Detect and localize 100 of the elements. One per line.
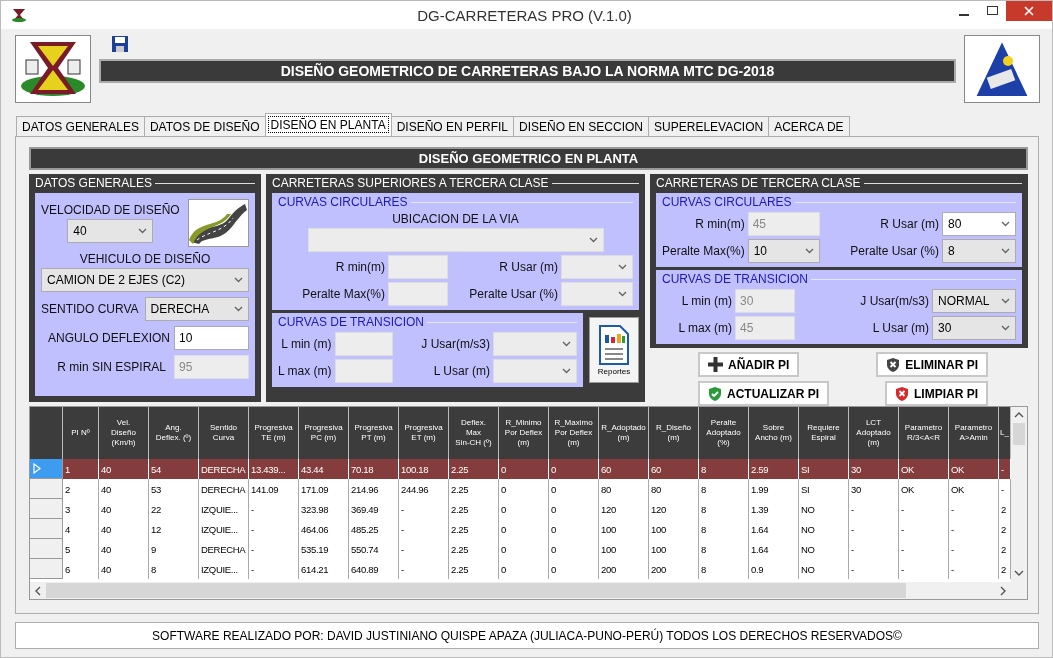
field-label: ANGULO DEFLEXION bbox=[47, 331, 170, 345]
column-header[interactable]: Vel. Diseño (Km/h) bbox=[99, 407, 149, 459]
column-header[interactable]: Sobre Ancho (m) bbox=[749, 407, 799, 459]
maximize-icon bbox=[986, 6, 998, 16]
dropdown[interactable]: NORMAL bbox=[932, 289, 1016, 313]
table-cell: 120 bbox=[599, 499, 649, 519]
tab[interactable]: ACERCA DE bbox=[768, 116, 850, 136]
column-header[interactable]: Parametro R/3<A<R bbox=[899, 407, 949, 459]
scrollbar-thumb[interactable] bbox=[1013, 423, 1025, 445]
column-header[interactable]: R_Diseño (m) bbox=[649, 407, 699, 459]
column-header[interactable]: R_Maximo Por Deflex (m) bbox=[549, 407, 599, 459]
dropdown[interactable]: 80 bbox=[942, 212, 1016, 236]
table-cell: 0 bbox=[549, 499, 599, 519]
table-cell: - bbox=[899, 539, 949, 559]
chevron-icon bbox=[562, 341, 571, 347]
footer-credit: SOFTWARE REALIZADO POR: DAVID JUSTINIANO QUISPE APAZA (JULIACA-PUNO-PERÚ) TODOS LOS DERECHOS RESERVADOS© bbox=[15, 622, 1039, 649]
table-cell: 5 bbox=[63, 539, 99, 559]
column-header[interactable]: Deflex. Max Sin-CH (º) bbox=[449, 407, 499, 459]
table-cell: 1.39 bbox=[749, 499, 799, 519]
table-cell: 30 bbox=[849, 479, 899, 499]
table-cell: 22 bbox=[149, 499, 199, 519]
field-label: Peralte Max(%) bbox=[662, 244, 745, 258]
row-header[interactable] bbox=[30, 479, 63, 499]
scrollbar-thumb[interactable] bbox=[46, 583, 906, 598]
chevron-icon bbox=[1001, 298, 1010, 304]
table-cell: 200 bbox=[599, 559, 649, 579]
table-cell: 2.59 bbox=[749, 459, 799, 479]
chevron-icon bbox=[618, 291, 627, 297]
tab[interactable]: DATOS GENERALES bbox=[16, 116, 145, 136]
column-header[interactable]: Sentido Curva bbox=[199, 407, 249, 459]
dropdown[interactable]: 10 bbox=[747, 239, 820, 263]
table-cell: 0 bbox=[499, 479, 549, 499]
column-header[interactable]: Progresiva TE (m) bbox=[249, 407, 299, 459]
column-header[interactable]: L_ bbox=[999, 407, 1011, 459]
table-cell: 8 bbox=[699, 559, 749, 579]
action-button[interactable]: LIMPIAR PI bbox=[885, 381, 988, 406]
table-cell: 171.09 bbox=[299, 479, 349, 499]
column-header[interactable]: Progresiva ET (m) bbox=[399, 407, 449, 459]
table-cell: 80 bbox=[649, 479, 699, 499]
dropdown[interactable]: CAMION DE 2 EJES (C2) bbox=[41, 268, 249, 292]
table-cell: 614.21 bbox=[299, 559, 349, 579]
action-button[interactable]: ELIMINAR PI bbox=[876, 352, 988, 377]
table-cell: 323.98 bbox=[299, 499, 349, 519]
table-cell: 2.25 bbox=[449, 479, 499, 499]
table-cell: 0 bbox=[549, 559, 599, 579]
dropdown[interactable]: 40 bbox=[67, 219, 154, 243]
field-label: VELOCIDAD DE DISEÑO bbox=[41, 203, 180, 217]
action-button[interactable]: ACTUALIZAR PI bbox=[698, 381, 829, 406]
shield-x-icon bbox=[895, 386, 909, 401]
row-header[interactable] bbox=[30, 499, 63, 519]
column-header[interactable]: Peralte Adoptado (%) bbox=[699, 407, 749, 459]
field-label: L max (m) bbox=[677, 321, 732, 335]
table-cell: 0 bbox=[499, 519, 549, 539]
table-cell: 8 bbox=[149, 559, 199, 579]
table-cell: 369.49 bbox=[349, 499, 399, 519]
chevron-icon bbox=[618, 264, 627, 270]
column-header[interactable]: Requiere Espiral bbox=[799, 407, 849, 459]
table-cell: 53 bbox=[149, 479, 199, 499]
row-header[interactable] bbox=[30, 539, 63, 559]
current-row-icon bbox=[33, 463, 41, 474]
table-cell: 200 bbox=[649, 559, 699, 579]
table-cell: - bbox=[399, 539, 449, 559]
group-title: CARRETERAS SUPERIORES A TERCERA CLASE bbox=[272, 176, 549, 190]
table-cell: 100 bbox=[599, 539, 649, 559]
corner-header bbox=[30, 407, 63, 459]
table-cell: 100 bbox=[649, 539, 699, 559]
table-cell: OK bbox=[899, 479, 949, 499]
table-cell: 40 bbox=[99, 559, 149, 579]
table-cell: 1.64 bbox=[749, 539, 799, 559]
tab[interactable]: DISEÑO EN PLANTA bbox=[264, 113, 392, 136]
dropdown[interactable]: DERECHA bbox=[144, 297, 249, 321]
dropdown[interactable]: 30 bbox=[932, 316, 1016, 340]
column-header[interactable]: R_Minimo Por Deflex (m) bbox=[499, 407, 549, 459]
dropdown[interactable]: 8 bbox=[942, 239, 1016, 263]
column-header[interactable]: LCT Adoptado (m) bbox=[849, 407, 899, 459]
column-header[interactable]: PI Nº bbox=[63, 407, 99, 459]
save-icon[interactable] bbox=[111, 35, 129, 53]
reports-button[interactable]: Reportes bbox=[589, 317, 639, 383]
row-header[interactable] bbox=[30, 519, 63, 539]
table-cell: 2.25 bbox=[449, 459, 499, 479]
chevron-icon bbox=[1001, 325, 1010, 331]
column-header[interactable]: Parametro A>Amin bbox=[949, 407, 999, 459]
column-header[interactable]: Ang. Deflex. (º) bbox=[149, 407, 199, 459]
table-cell: - bbox=[249, 499, 299, 519]
action-button[interactable]: AÑADIR PI bbox=[698, 352, 800, 377]
text-field[interactable]: 10 bbox=[174, 326, 249, 350]
table-cell: 0 bbox=[549, 459, 599, 479]
column-header[interactable]: Progresiva PC (m) bbox=[299, 407, 349, 459]
column-header[interactable]: Progresiva PT (m) bbox=[349, 407, 399, 459]
table-cell: 60 bbox=[599, 459, 649, 479]
table-cell: 40 bbox=[99, 479, 149, 499]
table-cell: - bbox=[949, 499, 999, 519]
field-label: L max (m) bbox=[278, 364, 332, 378]
row-header[interactable] bbox=[30, 459, 63, 479]
table-cell: IZQUIE... bbox=[199, 519, 249, 539]
table-cell: 2 bbox=[999, 499, 1011, 519]
image-button[interactable] bbox=[187, 199, 249, 247]
table-cell: - bbox=[899, 559, 949, 579]
table-cell: 2 bbox=[999, 539, 1011, 559]
column-header[interactable]: R_Adoptado (m) bbox=[599, 407, 649, 459]
